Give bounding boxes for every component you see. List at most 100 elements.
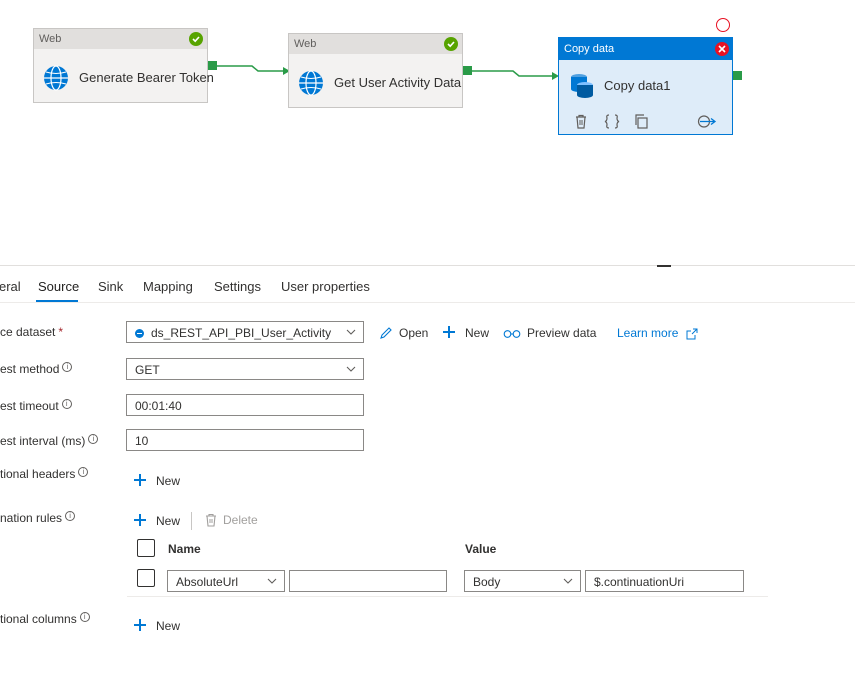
delete-icon[interactable]: [574, 114, 588, 129]
tab-source[interactable]: Source: [38, 279, 79, 294]
output-port[interactable]: [463, 66, 472, 75]
additional-columns-label: tional columns i: [0, 612, 90, 626]
request-method-value: GET: [135, 363, 160, 377]
copy-icon[interactable]: [634, 114, 650, 129]
add-column-button[interactable]: New: [134, 619, 180, 633]
activity-type: Web: [289, 34, 462, 54]
tab-sink[interactable]: Sink: [98, 279, 123, 294]
new-dataset-button[interactable]: New: [443, 326, 489, 340]
web-activity-get-user-activity[interactable]: Web Get User Activity Data: [288, 33, 463, 108]
row-divider: [127, 596, 768, 597]
status-ring-icon: [716, 18, 730, 32]
error-close-icon[interactable]: [715, 42, 729, 56]
pagination-value-type: Body: [473, 575, 501, 589]
output-port[interactable]: [733, 71, 742, 80]
source-dataset-label-text: ce dataset: [0, 325, 56, 339]
preview-data-button[interactable]: Preview data: [503, 326, 596, 340]
properties-tabs: eral Source Sink Mapping Settings User p…: [0, 266, 855, 303]
add-output-icon[interactable]: [697, 114, 717, 129]
source-dataset-value: ds_REST_API_PBI_User_Activity: [151, 326, 332, 340]
globe-icon: [44, 65, 68, 91]
output-port[interactable]: [208, 61, 217, 70]
globe-icon: [299, 70, 323, 96]
activity-name: Get User Activity Data: [334, 75, 462, 90]
delete-pagination-rule-button[interactable]: Delete: [205, 513, 258, 527]
database-icon: [571, 74, 593, 98]
tab-user-properties[interactable]: User properties: [281, 279, 370, 294]
tab-settings[interactable]: Settings: [214, 279, 261, 294]
pagination-value: $.continuationUri: [594, 575, 685, 589]
pagination-value-type-select[interactable]: Body: [464, 570, 581, 592]
request-interval-input[interactable]: 10: [126, 429, 364, 451]
chevron-down-icon: [563, 578, 573, 584]
activity-name: Generate Bearer Token: [79, 70, 214, 85]
learn-more-link[interactable]: Learn more: [617, 326, 698, 340]
request-timeout-input[interactable]: 00:01:40: [126, 394, 364, 416]
info-icon[interactable]: i: [61, 399, 72, 409]
new-label: New: [156, 514, 181, 528]
source-dataset-label: ce dataset *: [0, 325, 63, 339]
plus-icon: [134, 619, 146, 631]
external-link-icon: [686, 328, 698, 340]
new-label: New: [156, 619, 181, 633]
copy-activity[interactable]: Copy data Copy data1: [558, 37, 733, 135]
toolbar-separator: [191, 512, 192, 530]
request-method-label: est method i: [0, 362, 73, 376]
column-value-header: Value: [465, 542, 497, 556]
add-pagination-rule-button[interactable]: New: [134, 514, 180, 528]
activity-type: Copy data: [559, 38, 732, 60]
chevron-down-icon: [267, 578, 277, 584]
pagination-value-input[interactable]: $.continuationUri: [585, 570, 744, 592]
pagination-name-select[interactable]: AbsoluteUrl: [167, 570, 285, 592]
delete-icon: [206, 513, 216, 527]
source-dataset-select[interactable]: ds_REST_API_PBI_User_Activity: [126, 321, 364, 343]
success-check-icon: [444, 37, 458, 51]
activity-name: Copy data1: [604, 78, 671, 93]
additional-columns-label-text: tional columns: [0, 612, 77, 626]
required-mark: *: [58, 325, 64, 339]
info-icon[interactable]: i: [78, 467, 89, 477]
activity-type: Web: [34, 29, 207, 49]
pagination-name-extra-input[interactable]: [289, 570, 447, 592]
glasses-icon: [503, 330, 521, 338]
request-timeout-value: 00:01:40: [135, 399, 182, 413]
info-icon[interactable]: i: [88, 434, 99, 444]
row-checkbox[interactable]: [137, 569, 155, 587]
select-all-checkbox[interactable]: [137, 539, 155, 557]
pagination-rules-label-text: nation rules: [0, 511, 63, 525]
request-method-label-text: est method: [0, 362, 60, 376]
pipeline-canvas[interactable]: Web Generate Bearer Token Web Get User A…: [0, 0, 855, 265]
additional-headers-label: tional headers i: [0, 467, 89, 481]
code-braces-icon[interactable]: [604, 114, 620, 129]
open-dataset-button[interactable]: Open: [379, 326, 428, 340]
info-icon[interactable]: i: [62, 362, 73, 372]
chevron-down-icon: [346, 366, 356, 372]
request-interval-label: est interval (ms) i: [0, 434, 99, 448]
pagination-rules-label: nation rules i: [0, 511, 76, 525]
plus-icon: [443, 326, 455, 338]
success-check-icon: [189, 32, 203, 46]
pencil-icon: [380, 327, 392, 339]
add-header-button[interactable]: New: [134, 474, 180, 488]
chevron-down-icon: [346, 329, 356, 335]
pagination-name-value: AbsoluteUrl: [176, 575, 239, 589]
request-method-select[interactable]: GET: [126, 358, 364, 380]
new-label: New: [465, 326, 490, 340]
plus-icon: [134, 474, 146, 486]
info-icon[interactable]: i: [65, 511, 76, 521]
plus-icon: [134, 514, 146, 526]
dataset-icon: [135, 329, 144, 338]
new-label: New: [156, 474, 181, 488]
additional-headers-label-text: tional headers: [0, 467, 76, 481]
request-timeout-label-text: est timeout: [0, 399, 59, 413]
active-tab-indicator: [36, 300, 78, 302]
preview-label: Preview data: [527, 326, 597, 340]
open-label: Open: [399, 326, 429, 340]
delete-label: Delete: [223, 513, 258, 527]
tab-mapping[interactable]: Mapping: [143, 279, 193, 294]
request-interval-value: 10: [135, 434, 149, 448]
web-activity-generate-token[interactable]: Web Generate Bearer Token: [33, 28, 214, 103]
info-icon[interactable]: i: [79, 612, 90, 622]
tab-general[interactable]: eral: [0, 279, 21, 294]
request-timeout-label: est timeout i: [0, 399, 72, 413]
